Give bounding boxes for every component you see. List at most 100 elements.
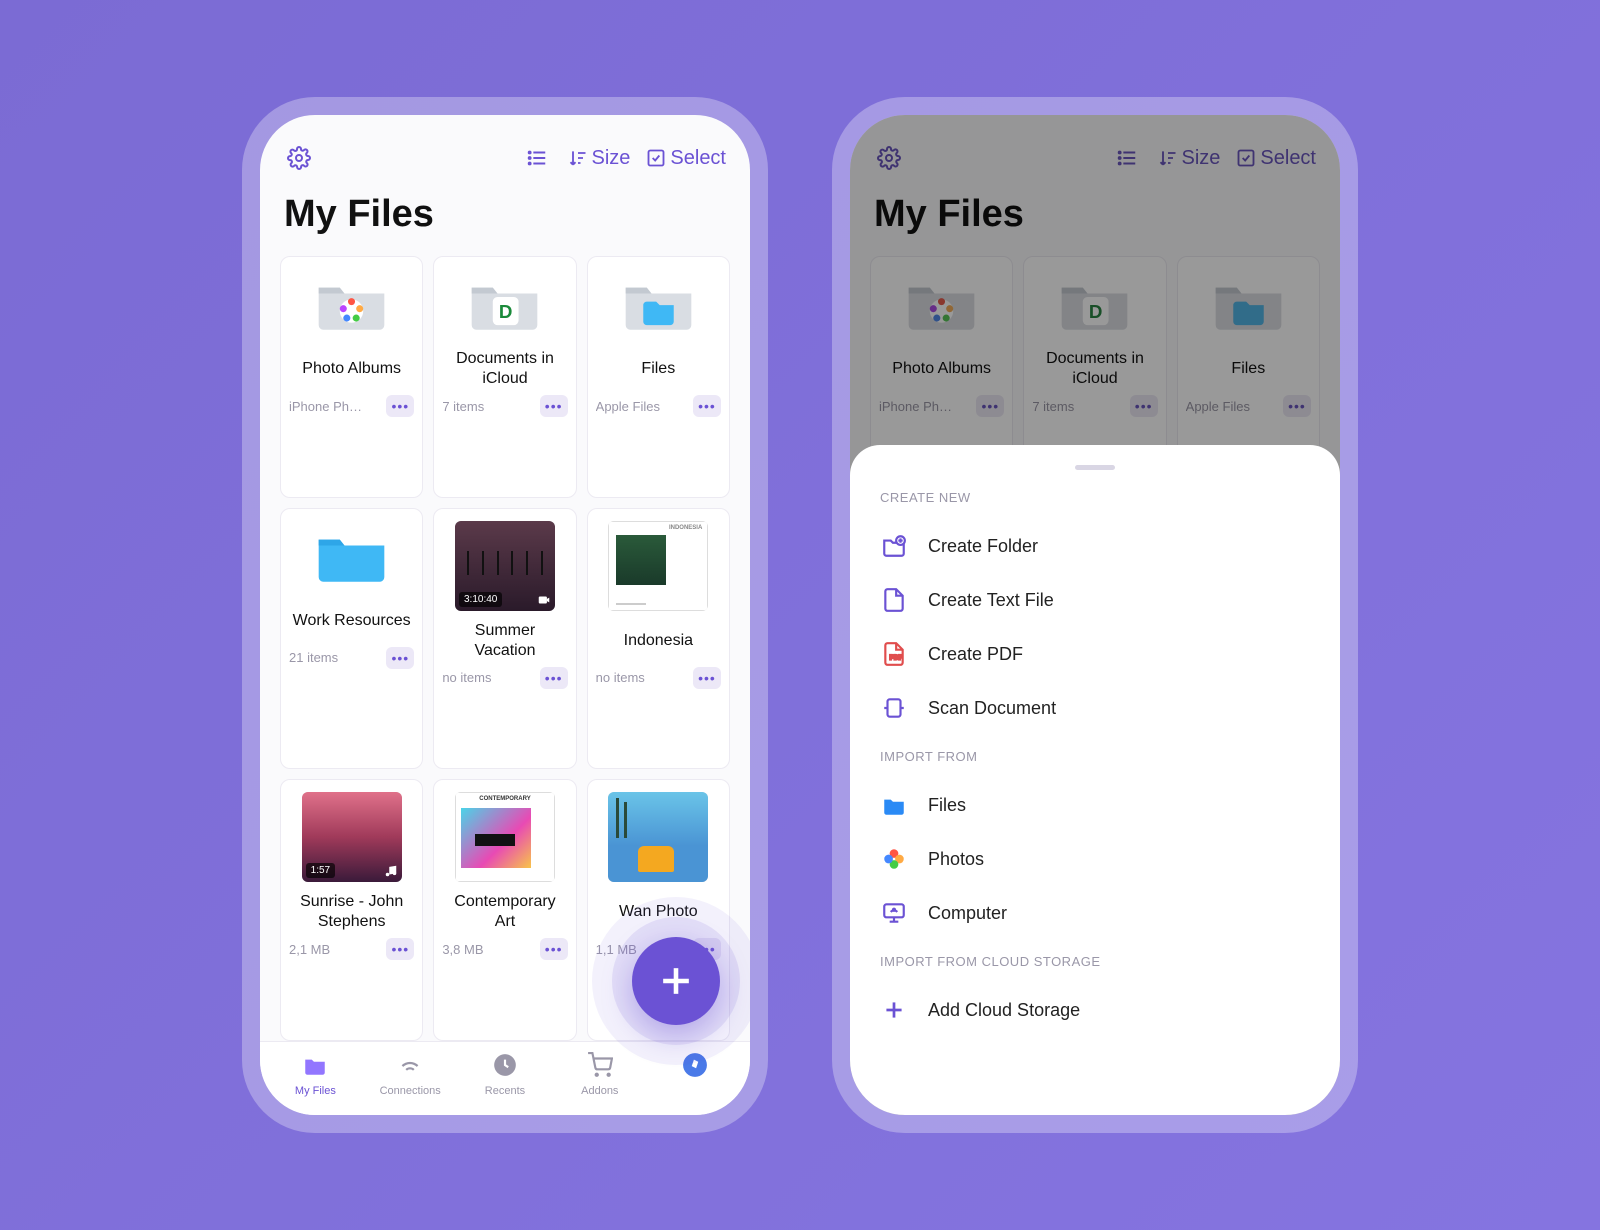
file-tile[interactable]: Work Resources 21 items ••• (280, 508, 423, 770)
thumbnail: INDONESIA (608, 521, 708, 611)
sort-icon (568, 148, 588, 168)
sheet-item-label: Create PDF (928, 644, 1023, 665)
more-button[interactable]: ••• (693, 395, 721, 417)
sheet-item-label: Files (928, 795, 966, 816)
more-button[interactable]: ••• (386, 647, 414, 669)
duration-badge: 3:10:40 (459, 592, 502, 607)
tab-label: Addons (581, 1085, 618, 1097)
tile-name: Work Resources (293, 601, 411, 641)
settings-button[interactable] (284, 143, 314, 173)
sheet-item-create-pdf[interactable]: PDF Create PDF (880, 627, 1310, 681)
list-icon (526, 147, 548, 169)
tab-browser[interactable] (655, 1052, 735, 1097)
duration-badge: 1:57 (306, 863, 335, 878)
file-tile[interactable]: 3:10:40 Summer Vacation no items ••• (433, 508, 576, 770)
sheet-item-photos[interactable]: Photos (880, 832, 1310, 886)
thumbnail: 1:57 (302, 792, 402, 882)
more-button[interactable]: ••• (693, 667, 721, 689)
toolbar: Size Select (260, 115, 750, 183)
tabbar: My Files Connections Recents Addons (260, 1041, 750, 1115)
select-button[interactable]: Select (646, 143, 726, 173)
file-icon (880, 586, 908, 614)
folder-icon (312, 521, 392, 591)
tile-name: Documents in iCloud (442, 349, 567, 389)
photos-app-icon (880, 845, 908, 873)
tab-recents[interactable]: Recents (465, 1052, 545, 1097)
tile-name: Contemporary Art (442, 892, 567, 932)
tile-meta: no items (596, 670, 645, 685)
checkbox-icon (646, 148, 666, 168)
sheet-item-label: Add Cloud Storage (928, 1000, 1080, 1021)
tile-meta: 1,1 MB (596, 942, 637, 957)
sheet-item-add-cloud-storage[interactable]: Add Cloud Storage (880, 983, 1310, 1037)
file-tile[interactable]: D Documents in iCloud 7 items ••• (433, 256, 576, 498)
pdf-icon: PDF (880, 640, 908, 668)
file-tile[interactable]: Files Apple Files ••• (587, 256, 730, 498)
sheet-item-scan-document[interactable]: Scan Document (880, 681, 1310, 735)
tile-meta: Apple Files (596, 399, 660, 414)
tile-name: Photo Albums (302, 349, 401, 389)
more-button[interactable]: ••• (540, 395, 568, 417)
tile-name: Wan Photo (619, 892, 698, 932)
phone-right: Size Select My Files Photo Albums iPhone… (850, 115, 1340, 1115)
section-import-cloud: IMPORT FROM CLOUD STORAGE (880, 954, 1310, 969)
section-create-new: CREATE NEW (880, 490, 1310, 505)
gear-icon (287, 146, 311, 170)
music-icon (384, 864, 398, 878)
tab-icon (397, 1052, 423, 1081)
tile-name: Indonesia (624, 621, 693, 661)
section-import-from: IMPORT FROM (880, 749, 1310, 764)
svg-text:D: D (499, 301, 513, 322)
sort-label: Size (592, 147, 631, 170)
files-app-icon (880, 791, 908, 819)
sheet-item-create-text-file[interactable]: Create Text File (880, 573, 1310, 627)
more-button[interactable]: ••• (386, 395, 414, 417)
view-list-button[interactable] (522, 143, 552, 173)
tile-meta: 7 items (442, 399, 484, 414)
tile-meta: 21 items (289, 650, 338, 665)
compass-icon (682, 1052, 708, 1081)
tab-icon (492, 1052, 518, 1081)
file-tile[interactable]: INDONESIA Indonesia no items ••• (587, 508, 730, 770)
more-button[interactable]: ••• (386, 938, 414, 960)
sheet-item-label: Photos (928, 849, 984, 870)
scan-icon (880, 694, 908, 722)
tab-connections[interactable]: Connections (370, 1052, 450, 1097)
add-fab[interactable] (632, 937, 720, 1025)
tile-meta: 3,8 MB (442, 942, 483, 957)
folder-icon (618, 269, 698, 339)
sort-button[interactable]: Size (568, 143, 631, 173)
tile-name: Summer Vacation (442, 621, 567, 661)
thumbnail: 3:10:40 (455, 521, 555, 611)
page-title: My Files (260, 183, 750, 256)
file-tile[interactable]: 1:57 Sunrise - John Stephens 2,1 MB ••• (280, 779, 423, 1041)
thumbnail (608, 792, 708, 882)
action-sheet: CREATE NEW Create Folder Create Text Fil… (850, 445, 1340, 1115)
tile-meta: 2,1 MB (289, 942, 330, 957)
sheet-grabber[interactable] (1075, 465, 1115, 470)
plus-icon (880, 996, 908, 1024)
more-button[interactable]: ••• (540, 938, 568, 960)
plus-icon (654, 959, 698, 1003)
tab-my-files[interactable]: My Files (275, 1052, 355, 1097)
select-label: Select (670, 147, 726, 170)
files-grid[interactable]: Photo Albums iPhone Ph… ••• D Documents … (260, 256, 750, 1041)
sheet-item-create-folder[interactable]: Create Folder (880, 519, 1310, 573)
tab-label: Connections (380, 1085, 441, 1097)
video-icon (537, 593, 551, 607)
sheet-item-label: Computer (928, 903, 1007, 924)
tab-addons[interactable]: Addons (560, 1052, 640, 1097)
tab-label: Recents (485, 1085, 525, 1097)
folder-icon: D (465, 269, 545, 339)
svg-text:PDF: PDF (890, 654, 903, 661)
tile-meta: no items (442, 670, 491, 685)
folder-icon (312, 269, 392, 339)
file-tile[interactable]: Photo Albums iPhone Ph… ••• (280, 256, 423, 498)
sheet-item-label: Create Folder (928, 536, 1038, 557)
sheet-item-computer[interactable]: Computer (880, 886, 1310, 940)
sheet-item-files[interactable]: Files (880, 778, 1310, 832)
file-tile[interactable]: CONTEMPORARY Contemporary Art 3,8 MB ••• (433, 779, 576, 1041)
tile-name: Sunrise - John Stephens (289, 892, 414, 932)
more-button[interactable]: ••• (540, 667, 568, 689)
sheet-item-label: Scan Document (928, 698, 1056, 719)
